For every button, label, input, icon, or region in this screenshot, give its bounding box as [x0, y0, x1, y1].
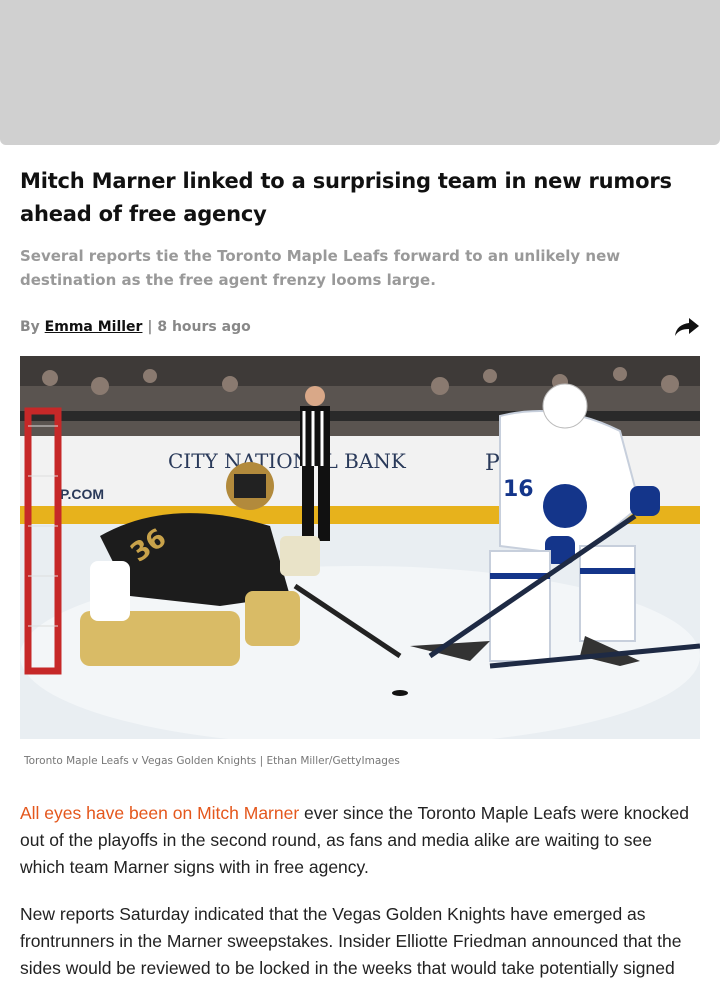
author-link[interactable]: Emma Miller	[45, 319, 143, 335]
article-headline: Mitch Marner linked to a surprising team…	[20, 169, 672, 226]
paragraph-2: New reports Saturday indicated that the …	[20, 904, 682, 978]
board-text-left: P.COM	[60, 486, 104, 502]
byline-row: By Emma Miller | 8 hours ago	[20, 314, 700, 340]
share-button[interactable]	[674, 314, 700, 340]
byline-separator: |	[147, 319, 153, 335]
hockey-photo: CITY NATIONAL BANK P P.COM 36 16	[20, 356, 700, 739]
byline-prefix: By	[20, 319, 40, 335]
board-text-right: P	[485, 451, 500, 476]
byline: By Emma Miller | 8 hours ago	[20, 319, 251, 335]
skater-number: 16	[503, 477, 534, 502]
article: Mitch Marner linked to a surprising team…	[0, 165, 720, 982]
ad-placeholder	[0, 0, 720, 145]
timestamp: 8 hours ago	[157, 319, 251, 335]
lead-link[interactable]: All eyes have been on Mitch Marner	[20, 803, 299, 823]
hero-image: CITY NATIONAL BANK P P.COM 36 16	[20, 356, 700, 739]
paragraph-1: All eyes have been on Mitch Marner ever …	[20, 800, 700, 881]
image-caption: Toronto Maple Leafs v Vegas Golden Knigh…	[24, 755, 400, 767]
share-arrow-icon	[675, 318, 699, 336]
board-text: CITY NATIONAL BANK	[168, 449, 407, 473]
article-subheadline: Several reports tie the Toronto Maple Le…	[20, 247, 621, 289]
